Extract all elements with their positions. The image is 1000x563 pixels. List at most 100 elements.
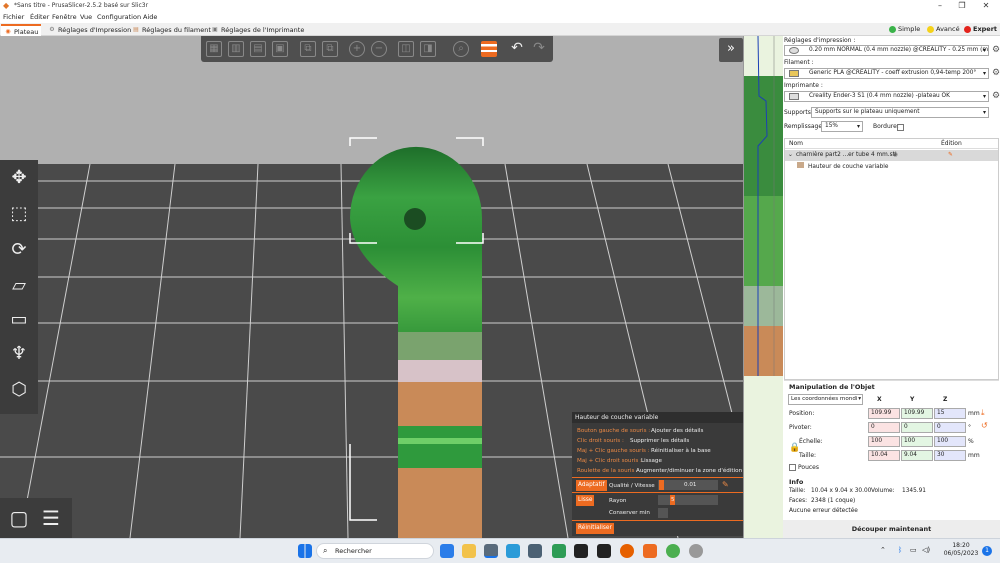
cut-icon[interactable]: ▭ (4, 306, 34, 334)
menu-edit[interactable]: Éditer (30, 13, 49, 22)
reset-rotation-icon[interactable]: ↺ (981, 421, 988, 430)
opentx-icon[interactable] (574, 544, 588, 558)
supports-combo[interactable]: Supports sur le plateau uniquement ▾ (811, 107, 989, 118)
object-row[interactable]: ⌄ charnière part2 ...er tube 4 mm.stl ◉ … (785, 150, 998, 161)
adaptive-button[interactable]: Adaptatif (576, 480, 607, 491)
filament-combo[interactable]: Generic PLA @CREALITY - coeff extrusion … (784, 68, 989, 79)
rotate-z-field[interactable]: 0 (934, 422, 966, 433)
file-explorer-icon[interactable] (462, 544, 476, 558)
paste-icon[interactable]: ⧉ (322, 41, 338, 57)
printer-gear-icon[interactable]: ⚙ (992, 91, 1000, 102)
volume-icon[interactable]: ◁) (922, 546, 930, 554)
keep-min-checkbox[interactable] (658, 508, 668, 518)
prusa-icon[interactable] (643, 544, 657, 558)
edit-icon[interactable]: ✎ (722, 480, 729, 489)
print-settings-gear-icon[interactable]: ⚙ (992, 45, 1000, 56)
view-cube-icon[interactable]: ⬡ (4, 376, 34, 404)
size-x-field[interactable]: 10.04 (868, 450, 900, 461)
clock-date[interactable]: 06/05/2023 (943, 550, 979, 558)
layer-height-icon[interactable] (481, 41, 497, 57)
start-icon[interactable] (298, 544, 312, 558)
reset-button[interactable]: Réinitialiser (576, 523, 614, 534)
move-icon[interactable]: ✥ (4, 164, 34, 192)
menu-window[interactable]: Fenêtre (52, 13, 77, 22)
filament-gear-icon[interactable]: ⚙ (992, 68, 1000, 79)
brim-checkbox[interactable] (897, 124, 904, 131)
chevron-down-icon[interactable]: ⌄ (788, 150, 793, 161)
rotate-x-field[interactable]: 0 (868, 422, 900, 433)
bluetooth-icon[interactable]: ᛒ (898, 546, 902, 554)
menu-help[interactable]: Aide (143, 13, 157, 22)
layer-height-graph[interactable] (743, 36, 784, 538)
undo-icon[interactable]: ↶ (509, 41, 525, 57)
coord-system-combo[interactable]: Les coordonnées mondi ▾ (788, 394, 863, 405)
menu-view[interactable]: Vue (80, 13, 92, 22)
radius-slider[interactable]: 5 (658, 495, 718, 505)
minimize-button[interactable]: – (930, 0, 950, 12)
split-objects-icon[interactable]: ◫ (398, 41, 414, 57)
scale-x-field[interactable]: 100 (868, 436, 900, 447)
size-y-field[interactable]: 9.04 (901, 450, 933, 461)
rotate-icon[interactable]: ⟳ (4, 236, 34, 264)
position-x-field[interactable]: 109.99 (868, 408, 900, 419)
position-z-field[interactable]: 15 (934, 408, 966, 419)
spreadsheet-icon[interactable] (552, 544, 566, 558)
edit-icon[interactable]: ✎ (948, 150, 953, 161)
scale-z-field[interactable]: 100 (934, 436, 966, 447)
slicer-taskbar-icon[interactable] (484, 544, 498, 558)
drop-to-bed-icon[interactable]: ⤓ (981, 408, 985, 418)
mode-advanced[interactable]: Avancé (925, 23, 960, 36)
tab-print-settings[interactable]: ⚙ Réglages d'Impression (45, 24, 131, 36)
network-icon[interactable]: ▭ (910, 546, 917, 554)
mode-simple[interactable]: Simple (887, 23, 920, 36)
arrange-icon[interactable]: ▣ (272, 41, 288, 57)
tab-filament-settings[interactable]: ▤ Réglages du filament (129, 24, 211, 36)
printer-combo[interactable]: Creality Ender-3 S1 (0.4 mm nozzle) -pla… (784, 91, 989, 102)
tab-plater[interactable]: ◉ Plateau (1, 24, 41, 36)
eye-icon[interactable]: ◉ (893, 150, 898, 161)
menu-file[interactable]: Fichier (3, 13, 24, 22)
delete-all-icon[interactable]: ▤ (250, 41, 266, 57)
calculator-icon[interactable] (528, 544, 542, 558)
edge-icon[interactable] (440, 544, 454, 558)
rotate-y-field[interactable]: 0 (901, 422, 933, 433)
redo-icon[interactable]: ↷ (531, 41, 547, 57)
object-child-row[interactable]: Hauteur de couche variable (797, 162, 888, 172)
app-icon[interactable] (506, 544, 520, 558)
taskbar-search[interactable]: ⌕ Rechercher (316, 543, 434, 559)
quality-knob[interactable] (659, 480, 664, 490)
copy-icon[interactable]: ⧉ (300, 41, 316, 57)
infill-combo[interactable]: 15% ▾ (821, 121, 863, 132)
remove-instance-icon[interactable]: − (371, 41, 387, 57)
print-settings-combo[interactable]: 0.20 mm NORMAL (0.4 mm nozzle) @CREALITY… (784, 45, 989, 56)
smooth-button[interactable]: Lisse (576, 495, 595, 506)
notification-badge[interactable]: 1 (982, 546, 992, 556)
firefox-icon[interactable] (620, 544, 634, 558)
opentx2-icon[interactable] (597, 544, 611, 558)
delete-icon[interactable]: ▥ (228, 41, 244, 57)
chrome-icon[interactable] (666, 544, 680, 558)
slice-now-button[interactable]: Découper maintenant (783, 520, 1000, 538)
size-z-field[interactable]: 30 (934, 450, 966, 461)
split-parts-icon[interactable]: ◨ (420, 41, 436, 57)
scale-icon[interactable]: ⬚ (4, 200, 34, 228)
search-icon[interactable]: ⌕ (453, 41, 469, 57)
position-y-field[interactable]: 109.99 (901, 408, 933, 419)
maximize-button[interactable]: ❐ (952, 0, 972, 12)
tray-chevron-icon[interactable]: ⌃ (880, 546, 886, 554)
mode-expert[interactable]: Expert (962, 23, 997, 36)
tab-printer-settings[interactable]: ▣ Réglages de l'Imprimante (208, 24, 304, 36)
app2-icon[interactable] (689, 544, 703, 558)
3d-view-icon[interactable]: ▢ (4, 504, 34, 532)
place-on-face-icon[interactable]: ▱ (4, 272, 34, 300)
menu-configuration[interactable]: Configuration (97, 13, 141, 22)
scale-y-field[interactable]: 100 (901, 436, 933, 447)
clock-time[interactable]: 18:20 (943, 542, 979, 550)
paint-supports-icon[interactable]: ♆ (4, 340, 34, 368)
quality-slider[interactable]: 0.01 (658, 480, 718, 490)
add-icon[interactable]: ▦ (206, 41, 222, 57)
preview-icon[interactable]: ☰ (36, 504, 66, 532)
collapse-sidebar-icon[interactable]: » (719, 38, 743, 62)
inches-checkbox[interactable] (789, 464, 796, 471)
add-instance-icon[interactable]: + (349, 41, 365, 57)
